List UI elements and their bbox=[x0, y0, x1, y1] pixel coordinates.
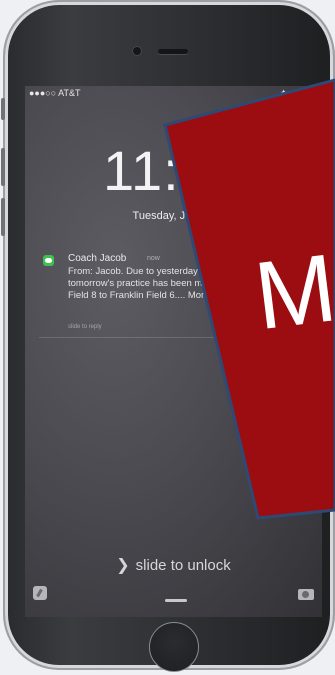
slide-to-unlock[interactable]: ❯ slide to unlock bbox=[25, 555, 322, 575]
notification-time: now bbox=[147, 255, 160, 262]
front-camera-icon bbox=[133, 47, 141, 55]
control-center-grabber[interactable] bbox=[165, 599, 187, 602]
earpiece-speaker bbox=[158, 49, 188, 54]
lock-clock: 11:05 bbox=[103, 139, 244, 202]
messages-icon bbox=[43, 255, 54, 266]
battery-icon bbox=[300, 89, 316, 96]
volume-down-button bbox=[1, 198, 5, 236]
slide-to-reply-hint: slide to reply bbox=[68, 324, 102, 330]
chevron-right-icon: ❯ bbox=[116, 557, 130, 574]
lock-date: Tuesday, July 28 bbox=[132, 210, 215, 222]
control-center-icon[interactable] bbox=[33, 586, 47, 600]
status-icons: ✦ ∗ bbox=[280, 88, 296, 97]
overlay-letter: M bbox=[249, 234, 335, 351]
volume-up-button bbox=[1, 148, 5, 186]
home-button[interactable] bbox=[149, 622, 199, 672]
mute-switch bbox=[1, 98, 5, 120]
notification-sender: Coach Jacob bbox=[68, 253, 127, 264]
status-bar: ●●●○○ AT&T ✦ ∗ bbox=[25, 86, 322, 100]
lock-screen: ●●●○○ AT&T ✦ ∗ 11:05 Tuesday, July 28 Co… bbox=[25, 86, 322, 617]
unlock-label: slide to unlock bbox=[135, 557, 231, 574]
camera-icon[interactable] bbox=[298, 589, 314, 600]
carrier-signal: ●●●○○ AT&T bbox=[29, 88, 81, 98]
